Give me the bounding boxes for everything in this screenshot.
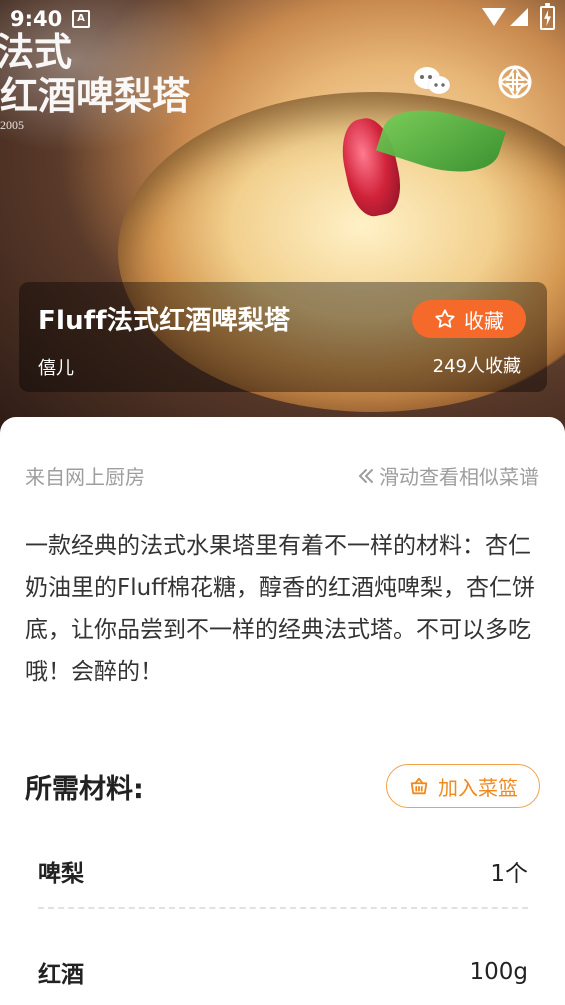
shutter-icon [498, 65, 532, 99]
ingredient-row: 红酒 100g [38, 939, 528, 1005]
favorite-count: 249人收藏 [432, 356, 521, 377]
recipe-source: 来自网上厨房 [25, 465, 145, 489]
ingredient-amount: 100g [469, 959, 529, 985]
battery-icon [540, 3, 555, 30]
ingredient-name: 红酒 [38, 962, 84, 988]
recipe-description: 一款经典的法式水果塔里有着不一样的材料：杏仁奶油里的Fluff棉花糖，醇香的红酒… [25, 533, 536, 685]
wechat-icon [414, 67, 451, 95]
swipe-similar-recipes-hint[interactable]: 滑动查看相似菜谱 [357, 461, 539, 490]
watermark-small: 2005 [0, 118, 24, 132]
status-time: 9:40 [10, 7, 63, 31]
recipe-detail-sheet[interactable]: 来自网上厨房 滑动查看相似菜谱 一款经典的法式水果塔里有着不一样的材料：杏仁奶油… [0, 417, 565, 1004]
basket-icon [410, 777, 428, 795]
watermark-line1: 法式 [0, 32, 73, 74]
watermark-line2: 红酒啤梨塔 [0, 76, 191, 118]
recipe-hero-image: 法式 红酒啤梨塔 2005 9:40 A Fluff法式红酒啤梨塔 僖儿 收藏 … [0, 0, 565, 440]
notification-icon: A [72, 10, 90, 28]
favorite-label: 收藏 [464, 308, 504, 333]
recipe-info-overlay: Fluff法式红酒啤梨塔 僖儿 收藏 249人收藏 [19, 282, 547, 392]
signal-icon [510, 8, 528, 26]
ingredient-row: 啤梨 1个 [38, 838, 528, 904]
favorite-button[interactable]: 收藏 [412, 300, 526, 338]
star-outline-icon [435, 309, 455, 328]
ingredients-title: 所需材料: [25, 774, 144, 805]
ingredient-amount: 1个 [490, 861, 528, 887]
wechat-share-button[interactable] [410, 60, 454, 104]
image-watermark: 法式 红酒啤梨塔 2005 [0, 34, 190, 133]
add-to-basket-label: 加入菜篮 [438, 775, 518, 800]
status-bar: 9:40 A [0, 0, 565, 36]
swipe-hint-text: 滑动查看相似菜谱 [379, 465, 539, 489]
moments-share-button[interactable] [493, 60, 537, 104]
author-name[interactable]: 僖儿 [38, 354, 74, 380]
wifi-icon [482, 8, 506, 26]
double-chevron-left-icon [358, 468, 373, 483]
recipe-title: Fluff法式红酒啤梨塔 [38, 306, 291, 336]
ingredient-name: 啤梨 [38, 861, 84, 887]
add-to-basket-button[interactable]: 加入菜篮 [386, 764, 540, 808]
ingredient-divider [38, 907, 528, 909]
